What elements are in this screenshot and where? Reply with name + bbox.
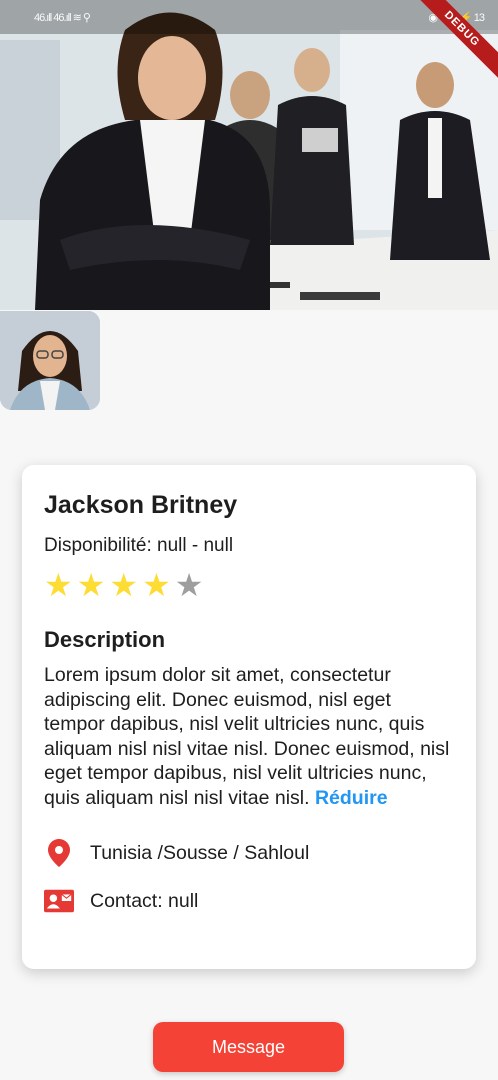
description-body: Lorem ipsum dolor sit amet, consectetur … <box>44 664 450 809</box>
avatar[interactable] <box>0 311 100 410</box>
star-icon: ★ <box>174 567 204 603</box>
office-team-illustration <box>0 0 498 310</box>
contact-row: Contact: null <box>44 886 454 916</box>
hero-photo: 46.ıll 46.ıll ≋ ⚲ ◉ ◔ 43 ⚡ 13 DEBUG <box>0 0 498 310</box>
location-pin-icon <box>44 838 74 868</box>
status-bar-left: 46.ıll 46.ıll ≋ ⚲ <box>34 11 91 24</box>
star-icon: ★ <box>142 567 171 603</box>
description-heading: Description <box>44 627 166 652</box>
description-text: Lorem ipsum dolor sit amet, consectetur … <box>44 663 454 810</box>
avatar-photo <box>0 311 100 410</box>
contact-text: Contact: null <box>90 889 199 912</box>
rating-stars: ★ ★ ★ ★ ★ <box>44 567 454 603</box>
profile-card: Jackson Britney Disponibilité: null - nu… <box>22 465 476 969</box>
location-row: Tunisia /Sousse / Sahloul <box>44 838 454 868</box>
profile-name: Jackson Britney <box>44 491 238 519</box>
contact-card-icon <box>44 886 74 916</box>
star-icon: ★ <box>109 567 139 603</box>
availability-text: Disponibilité: null - null <box>44 535 234 556</box>
location-text: Tunisia /Sousse / Sahloul <box>90 841 310 864</box>
collapse-link[interactable]: Réduire <box>315 787 388 809</box>
star-icon: ★ <box>44 567 73 603</box>
status-bar: 46.ıll 46.ıll ≋ ⚲ ◉ ◔ 43 ⚡ 13 <box>0 0 498 34</box>
signal-wifi-icons: 46.ıll 46.ıll ≋ ⚲ <box>34 11 91 24</box>
star-icon: ★ <box>76 567 106 603</box>
message-button[interactable]: Message <box>153 1022 344 1072</box>
